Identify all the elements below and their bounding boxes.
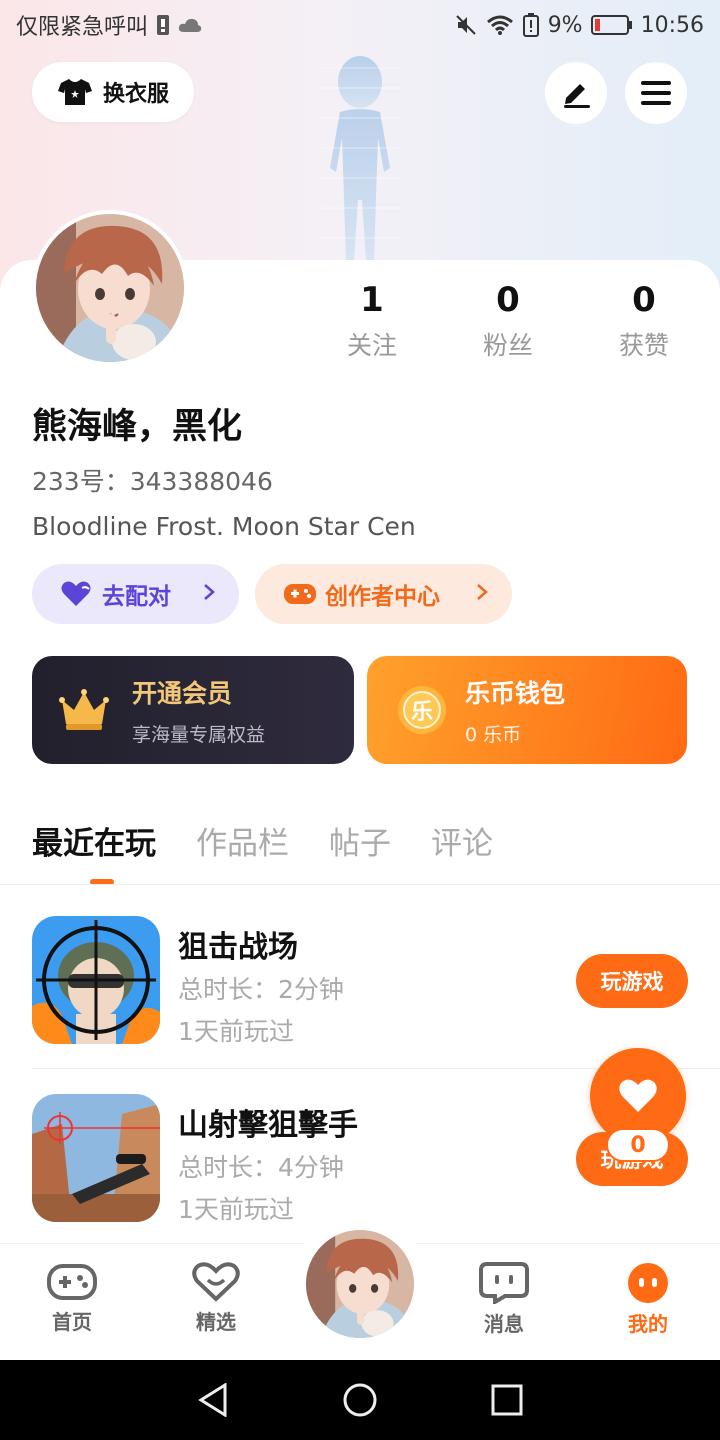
nav-item-featured[interactable]: 精选 [171,1262,261,1335]
gamepad-icon [283,581,317,607]
pen-icon [560,78,592,108]
wallet-balance: 0 乐币 [465,723,522,746]
stat-likes-value: 0 [632,280,656,320]
user-id: 233号：343388046 [32,462,273,498]
stat-fans-label: 粉丝 [482,331,533,360]
carrier-text: 仅限紧急呼叫 [16,15,149,40]
game-last-played: 1天前玩过 [178,1017,294,1046]
nav-item-me[interactable]: 我的 [603,1262,693,1337]
change-outfit-label: 换衣服 [102,82,169,107]
shirt-icon [57,77,93,107]
profile-face-icon [625,1262,671,1304]
chevron-right-icon [476,581,488,607]
game-name: 狙击战场 [178,930,298,965]
list-item[interactable]: 山射擊狙擊手 总时长：4分钟 1天前玩过 玩游戏 [32,1094,688,1224]
menu-button[interactable] [625,62,687,124]
match-label: 去配对 [102,584,171,610]
game-last-played: 1天前玩过 [178,1195,294,1224]
battery-icon [590,14,633,36]
wallet-card[interactable]: 乐 乐币钱包 0 乐币 [367,656,687,764]
nav-center-avatar[interactable] [304,1228,416,1340]
back-icon[interactable] [197,1383,229,1417]
coin-icon: 乐 [397,685,447,735]
tab-recent-played[interactable]: 最近在玩 [32,818,156,863]
heart-outline-icon [191,1262,241,1302]
sim-icon [156,14,170,36]
tab-posts[interactable]: 帖子 [329,818,391,863]
change-outfit-button[interactable]: 换衣服 [32,62,194,122]
status-bar: 仅限紧急呼叫 9% 10:56 [0,0,720,50]
battery-percent: 9% [547,12,583,38]
nav-item-home[interactable]: 首页 [27,1262,117,1335]
mute-icon [454,13,478,37]
clock: 10:56 [640,12,704,38]
nav-item-messages[interactable]: 消息 [459,1262,549,1337]
user-bio: Bloodline Frost. Moon Star Cen [32,512,416,541]
stat-fans-value: 0 [496,280,520,320]
wallet-title: 乐币钱包 [465,678,566,708]
chevron-right-icon [203,581,215,607]
tabs-divider [0,884,720,885]
profile-tabs: 最近在玩 作品栏 帖子 评论 [32,818,493,863]
gamepad-icon [47,1262,97,1302]
user-id-label: 233号： [32,467,130,496]
nav-label-home: 首页 [52,1310,92,1334]
battery-alert-icon [522,13,540,37]
edit-profile-button[interactable] [545,62,607,124]
stat-likes-label: 获赞 [618,331,669,360]
stat-following[interactable]: 1 关注 [304,280,440,362]
user-id-value: 343388046 [129,467,273,496]
game-thumbnail [32,1094,160,1222]
home-icon[interactable] [342,1382,378,1418]
vip-membership-card[interactable]: 开通会员 享海量专属权益 [32,656,354,764]
chat-bubble-icon [479,1262,529,1304]
wifi-icon [486,14,514,36]
nav-label-messages: 消息 [484,1312,524,1336]
list-item[interactable]: 狙击战场 总时长：2分钟 1天前玩过 玩游戏 [32,916,688,1046]
stat-following-label: 关注 [346,331,397,360]
nav-label-me: 我的 [628,1312,668,1336]
avatar-illustration [306,1230,414,1338]
vip-title: 开通会员 [132,678,233,708]
avatar-illustration [36,214,184,362]
game-duration: 总时长：4分钟 [178,1153,344,1182]
stat-fans[interactable]: 0 粉丝 [440,280,576,362]
creator-center-button[interactable]: 创作者中心 [255,564,512,624]
vip-subtitle: 享海量专属权益 [132,723,266,746]
stat-likes[interactable]: 0 获赞 [576,280,712,362]
game-duration: 总时长：2分钟 [178,975,344,1004]
menu-icon [640,80,672,106]
avatar-figure-hologram [320,56,400,262]
tab-comments[interactable]: 评论 [431,818,493,863]
game-thumbnail [32,916,160,1044]
username: 熊海峰，黑化 [32,407,243,447]
nav-label-featured: 精选 [196,1310,236,1334]
system-nav-bar [0,1360,720,1440]
recents-icon[interactable] [491,1384,523,1416]
match-button[interactable]: 去配对 [32,564,239,624]
coin-glyph: 乐 [410,700,433,725]
crown-icon [58,688,110,732]
creator-center-label: 创作者中心 [325,584,440,610]
like-count-badge: 0 [606,1128,670,1162]
play-game-button[interactable]: 玩游戏 [576,954,688,1008]
game-name: 山射擊狙擊手 [178,1108,358,1143]
tab-works[interactable]: 作品栏 [196,818,289,863]
profile-stats: 1 关注 0 粉丝 0 获赞 [304,280,712,362]
user-avatar[interactable] [32,210,188,366]
stat-following-value: 1 [360,280,384,320]
heart-icon [618,1078,658,1114]
cloud-icon [178,17,202,33]
heart-icon [60,580,94,608]
